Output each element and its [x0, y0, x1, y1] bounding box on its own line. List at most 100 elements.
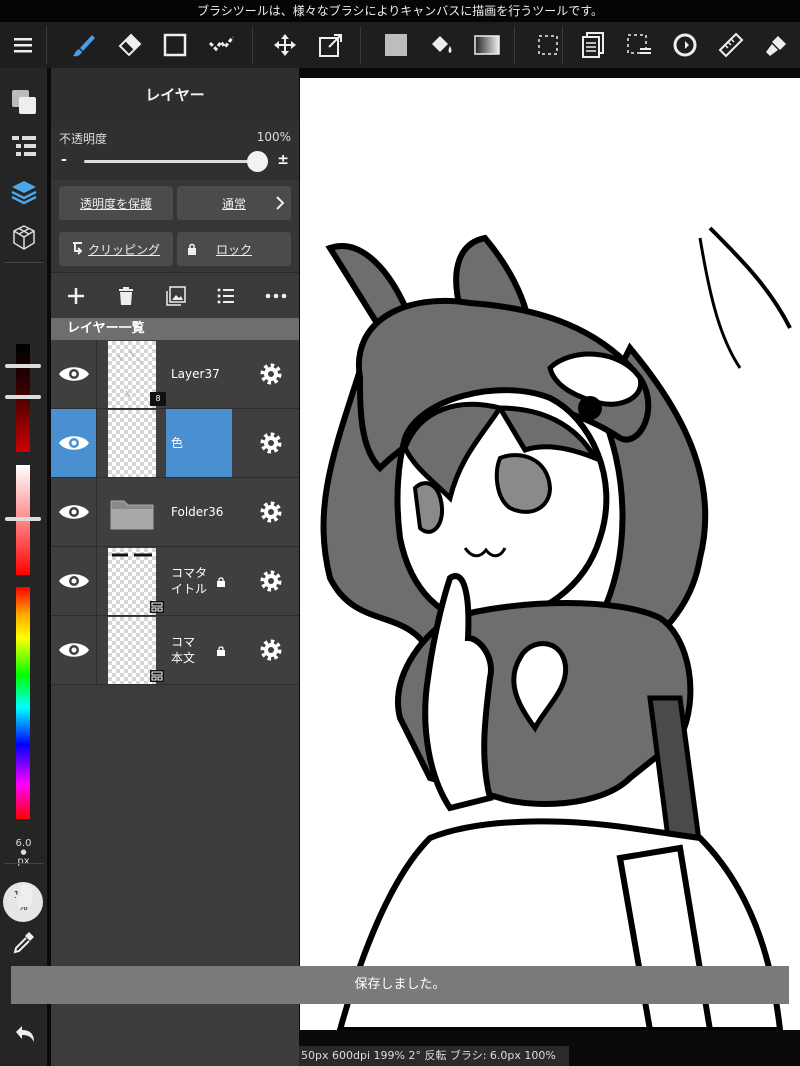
opacity-minus-button[interactable]: -: [61, 152, 67, 168]
transform-icon[interactable]: [310, 22, 352, 68]
undo-icon[interactable]: [0, 1012, 47, 1056]
blend-mode-button[interactable]: 通常: [177, 186, 291, 220]
layer-row-selected[interactable]: 色: [51, 409, 299, 478]
lock-button[interactable]: ロック: [177, 232, 291, 266]
visibility-toggle[interactable]: [51, 616, 97, 684]
layer-menu-list-icon[interactable]: [201, 273, 251, 319]
menu-icon[interactable]: [2, 22, 44, 68]
layer-thumbnail: [108, 479, 156, 546]
layer-settings-button[interactable]: [243, 409, 299, 477]
layer-action-row: [51, 272, 299, 318]
layer-name-area: 色: [166, 409, 232, 477]
more-icon[interactable]: [251, 273, 301, 319]
frame-title-thumb: [112, 553, 152, 557]
canvas-area[interactable]: [299, 68, 800, 1066]
layer-settings-button[interactable]: [243, 340, 299, 408]
opacity-slider-knob[interactable]: [247, 151, 268, 172]
lock-icon: [217, 646, 225, 656]
brush-icon[interactable]: [62, 22, 104, 68]
move-icon[interactable]: [264, 22, 306, 68]
status-bar: 50px 600dpi 199% 2° 反転 ブラシ: 6.0px 100%: [299, 1046, 569, 1066]
eyedropper-icon[interactable]: [0, 920, 47, 964]
layer-duplicate-icon[interactable]: [0, 80, 47, 124]
brush-size-unit: px: [17, 856, 30, 867]
layer-row[interactable]: コマ本文: [51, 616, 299, 685]
layer-name: Folder36: [171, 505, 224, 519]
layer-settings-button[interactable]: [243, 547, 299, 615]
toolbar-divider: [360, 26, 361, 64]
visibility-toggle[interactable]: [51, 409, 97, 477]
clipping-label: クリッピング: [87, 242, 160, 257]
eraser-icon[interactable]: [108, 22, 150, 68]
blend-mode-label: 通常: [221, 196, 246, 211]
toolbar-divider: [562, 26, 563, 64]
gear-icon: [260, 570, 282, 592]
layer-badge: 8: [150, 392, 166, 406]
top-toolbar: [0, 22, 800, 68]
lock-icon: [188, 243, 196, 255]
gear-icon: [260, 363, 282, 385]
folder-icon: [110, 500, 154, 530]
rotate-icon[interactable]: [664, 22, 706, 68]
dark-slider-handle[interactable]: [5, 364, 41, 368]
opacity-slider-track[interactable]: [84, 160, 258, 163]
layer-settings-button[interactable]: [243, 616, 299, 684]
layer-name: Layer37: [171, 367, 220, 381]
stroke-select-icon[interactable]: [200, 22, 242, 68]
hue-slider[interactable]: [16, 587, 30, 819]
3d-material-icon[interactable]: [0, 216, 47, 260]
layer-name-area: Folder36: [166, 478, 232, 546]
panel-title: レイヤー: [51, 68, 299, 122]
trash-icon[interactable]: [101, 273, 151, 319]
character-illustration: [320, 226, 792, 1030]
fill-color-icon[interactable]: [375, 22, 417, 68]
deselect-icon[interactable]: [618, 22, 660, 68]
layer-list-icon[interactable]: [0, 124, 47, 168]
toolbar-divider: [514, 26, 515, 64]
layer-thumbnail: [108, 617, 156, 684]
clip-lock-row: クリッピング ロック: [51, 226, 299, 272]
frame-layer-icon: [150, 601, 164, 613]
filter-icon[interactable]: [756, 22, 798, 68]
gear-icon: [260, 639, 282, 661]
layer-name: コマ本文: [171, 635, 196, 665]
bucket-icon[interactable]: [420, 22, 462, 68]
layer-row[interactable]: Folder36: [51, 478, 299, 547]
layers-icon[interactable]: [0, 170, 47, 214]
clipping-icon: [72, 242, 83, 255]
protect-alpha-label: 透明度を保護: [79, 196, 152, 211]
rectangle-icon[interactable]: [154, 22, 196, 68]
layer-row[interactable]: 8 Layer37: [51, 340, 299, 409]
frame-layer-icon: [150, 670, 164, 682]
toolbar-divider: [46, 26, 47, 64]
visibility-toggle[interactable]: [51, 478, 97, 546]
visibility-toggle[interactable]: [51, 547, 97, 615]
gradient-icon[interactable]: [466, 22, 508, 68]
lock-label: ロック: [215, 242, 252, 257]
ruler-icon[interactable]: [710, 22, 752, 68]
opacity-plus-button[interactable]: ±: [277, 152, 289, 168]
image-layer-icon[interactable]: [151, 273, 201, 319]
eye-icon: [58, 367, 89, 381]
protect-alpha-button[interactable]: 透明度を保護: [59, 186, 173, 220]
drawing-canvas[interactable]: [300, 78, 800, 1030]
clipping-button[interactable]: クリッピング: [59, 232, 173, 266]
layer-panel: レイヤー 不透明度 100% - ± 透明度を保護 通常 クリッピング ロック: [51, 68, 299, 1066]
chevron-right-icon: [276, 196, 285, 210]
eye-icon: [58, 643, 89, 657]
eye-icon: [58, 574, 89, 588]
add-layer-icon[interactable]: [51, 273, 101, 319]
eye-icon: [58, 505, 89, 519]
layer-settings-button[interactable]: [243, 478, 299, 546]
layer-thumbnail: [108, 341, 156, 408]
light-slider-handle[interactable]: [5, 395, 41, 399]
layer-row[interactable]: コマタイトル: [51, 547, 299, 616]
hue-slider-handle[interactable]: [5, 517, 41, 521]
eye-icon: [58, 436, 89, 450]
blend-row: 透明度を保護 通常: [51, 180, 299, 226]
layer-name-area: Layer37: [166, 340, 232, 408]
rail-divider: [4, 262, 44, 263]
visibility-toggle[interactable]: [51, 340, 97, 408]
hand-icon[interactable]: [0, 874, 47, 918]
copy-icon[interactable]: [572, 22, 614, 68]
